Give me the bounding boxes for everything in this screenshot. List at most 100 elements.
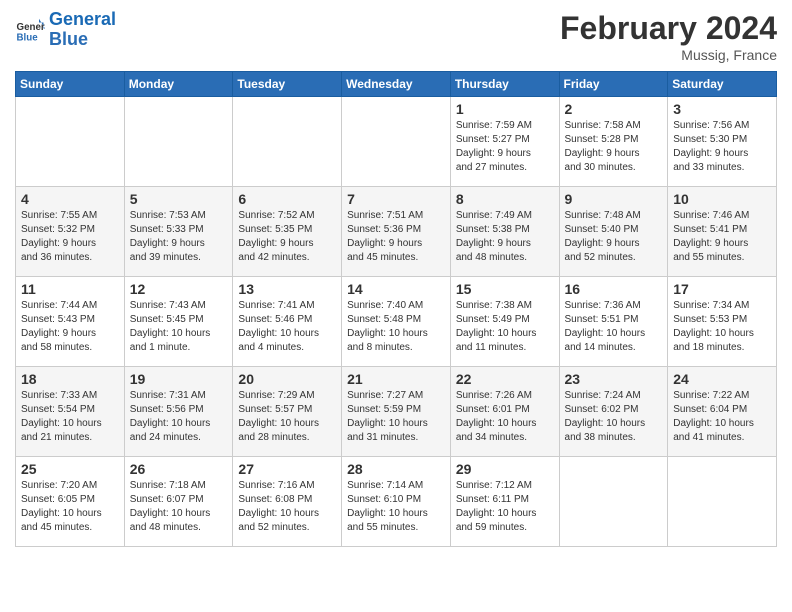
- day-info: Sunrise: 7:58 AM Sunset: 5:28 PM Dayligh…: [565, 119, 663, 175]
- weekday-header: Friday: [559, 72, 668, 97]
- calendar-cell: [559, 457, 668, 547]
- day-number: 7: [347, 191, 445, 207]
- day-number: 18: [21, 371, 119, 387]
- weekday-header: Tuesday: [233, 72, 342, 97]
- calendar-week-row: 1 Sunrise: 7:59 AM Sunset: 5:27 PM Daylig…: [16, 97, 777, 187]
- day-number: 23: [565, 371, 663, 387]
- calendar-cell: 26 Sunrise: 7:18 AM Sunset: 6:07 PM Dayli…: [124, 457, 233, 547]
- svg-text:General: General: [17, 22, 46, 33]
- calendar-cell: 2 Sunrise: 7:58 AM Sunset: 5:28 PM Daylig…: [559, 97, 668, 187]
- calendar-header: SundayMondayTuesdayWednesdayThursdayFrid…: [16, 72, 777, 97]
- day-number: 3: [673, 101, 771, 117]
- day-info: Sunrise: 7:51 AM Sunset: 5:36 PM Dayligh…: [347, 209, 445, 265]
- logo-icon: General Blue: [15, 15, 45, 45]
- page-header: General Blue GeneralBlue February 2024 M…: [15, 10, 777, 63]
- calendar-cell: 29 Sunrise: 7:12 AM Sunset: 6:11 PM Dayli…: [450, 457, 559, 547]
- svg-text:Blue: Blue: [17, 32, 39, 43]
- day-number: 1: [456, 101, 554, 117]
- day-info: Sunrise: 7:38 AM Sunset: 5:49 PM Dayligh…: [456, 299, 554, 355]
- calendar-week-row: 4 Sunrise: 7:55 AM Sunset: 5:32 PM Daylig…: [16, 187, 777, 277]
- day-info: Sunrise: 7:33 AM Sunset: 5:54 PM Dayligh…: [21, 389, 119, 445]
- day-info: Sunrise: 7:22 AM Sunset: 6:04 PM Dayligh…: [673, 389, 771, 445]
- weekday-header: Wednesday: [342, 72, 451, 97]
- calendar-cell: 4 Sunrise: 7:55 AM Sunset: 5:32 PM Daylig…: [16, 187, 125, 277]
- day-info: Sunrise: 7:40 AM Sunset: 5:48 PM Dayligh…: [347, 299, 445, 355]
- day-number: 13: [238, 281, 336, 297]
- calendar-cell: 13Sunrise: 7:41 AM Sunset: 5:46 PM Dayli…: [233, 277, 342, 367]
- calendar-week-row: 11Sunrise: 7:44 AM Sunset: 5:43 PM Dayli…: [16, 277, 777, 367]
- calendar-cell: [124, 97, 233, 187]
- day-info: Sunrise: 7:36 AM Sunset: 5:51 PM Dayligh…: [565, 299, 663, 355]
- calendar-cell: [668, 457, 777, 547]
- calendar-cell: 24 Sunrise: 7:22 AM Sunset: 6:04 PM Dayli…: [668, 367, 777, 457]
- day-number: 6: [238, 191, 336, 207]
- calendar-cell: [233, 97, 342, 187]
- day-info: Sunrise: 7:31 AM Sunset: 5:56 PM Dayligh…: [130, 389, 228, 445]
- day-info: Sunrise: 7:18 AM Sunset: 6:07 PM Dayligh…: [130, 479, 228, 535]
- calendar-cell: 10 Sunrise: 7:46 AM Sunset: 5:41 PM Dayli…: [668, 187, 777, 277]
- calendar-cell: 22Sunrise: 7:26 AM Sunset: 6:01 PM Dayli…: [450, 367, 559, 457]
- month-title: February 2024: [560, 10, 777, 47]
- logo: General Blue GeneralBlue: [15, 10, 116, 50]
- day-number: 25: [21, 461, 119, 477]
- calendar-cell: 1 Sunrise: 7:59 AM Sunset: 5:27 PM Daylig…: [450, 97, 559, 187]
- calendar-cell: 15 Sunrise: 7:38 AM Sunset: 5:49 PM Dayli…: [450, 277, 559, 367]
- calendar-cell: [342, 97, 451, 187]
- day-number: 14: [347, 281, 445, 297]
- calendar-cell: [16, 97, 125, 187]
- calendar-cell: 25Sunrise: 7:20 AM Sunset: 6:05 PM Dayli…: [16, 457, 125, 547]
- day-info: Sunrise: 7:14 AM Sunset: 6:10 PM Dayligh…: [347, 479, 445, 535]
- day-info: Sunrise: 7:59 AM Sunset: 5:27 PM Dayligh…: [456, 119, 554, 175]
- weekday-header: Thursday: [450, 72, 559, 97]
- calendar-cell: 21 Sunrise: 7:27 AM Sunset: 5:59 PM Dayli…: [342, 367, 451, 457]
- day-number: 27: [238, 461, 336, 477]
- day-info: Sunrise: 7:49 AM Sunset: 5:38 PM Dayligh…: [456, 209, 554, 265]
- day-info: Sunrise: 7:27 AM Sunset: 5:59 PM Dayligh…: [347, 389, 445, 445]
- day-number: 4: [21, 191, 119, 207]
- day-info: Sunrise: 7:52 AM Sunset: 5:35 PM Dayligh…: [238, 209, 336, 265]
- calendar-cell: 20Sunrise: 7:29 AM Sunset: 5:57 PM Dayli…: [233, 367, 342, 457]
- calendar-cell: 18 Sunrise: 7:33 AM Sunset: 5:54 PM Dayli…: [16, 367, 125, 457]
- calendar-cell: 28 Sunrise: 7:14 AM Sunset: 6:10 PM Dayli…: [342, 457, 451, 547]
- day-number: 21: [347, 371, 445, 387]
- calendar-table: SundayMondayTuesdayWednesdayThursdayFrid…: [15, 71, 777, 547]
- day-info: Sunrise: 7:55 AM Sunset: 5:32 PM Dayligh…: [21, 209, 119, 265]
- day-number: 2: [565, 101, 663, 117]
- day-number: 29: [456, 461, 554, 477]
- day-info: Sunrise: 7:34 AM Sunset: 5:53 PM Dayligh…: [673, 299, 771, 355]
- day-info: Sunrise: 7:43 AM Sunset: 5:45 PM Dayligh…: [130, 299, 228, 355]
- day-info: Sunrise: 7:48 AM Sunset: 5:40 PM Dayligh…: [565, 209, 663, 265]
- day-number: 10: [673, 191, 771, 207]
- calendar-cell: 6 Sunrise: 7:52 AM Sunset: 5:35 PM Daylig…: [233, 187, 342, 277]
- calendar-cell: 8Sunrise: 7:49 AM Sunset: 5:38 PM Daylig…: [450, 187, 559, 277]
- day-number: 24: [673, 371, 771, 387]
- day-number: 26: [130, 461, 228, 477]
- day-info: Sunrise: 7:12 AM Sunset: 6:11 PM Dayligh…: [456, 479, 554, 535]
- day-number: 11: [21, 281, 119, 297]
- calendar-cell: 7 Sunrise: 7:51 AM Sunset: 5:36 PM Daylig…: [342, 187, 451, 277]
- day-number: 19: [130, 371, 228, 387]
- day-number: 9: [565, 191, 663, 207]
- calendar-cell: 11Sunrise: 7:44 AM Sunset: 5:43 PM Dayli…: [16, 277, 125, 367]
- day-info: Sunrise: 7:46 AM Sunset: 5:41 PM Dayligh…: [673, 209, 771, 265]
- day-info: Sunrise: 7:24 AM Sunset: 6:02 PM Dayligh…: [565, 389, 663, 445]
- weekday-header: Monday: [124, 72, 233, 97]
- calendar-cell: 3Sunrise: 7:56 AM Sunset: 5:30 PM Daylig…: [668, 97, 777, 187]
- calendar-cell: 27Sunrise: 7:16 AM Sunset: 6:08 PM Dayli…: [233, 457, 342, 547]
- day-number: 22: [456, 371, 554, 387]
- day-number: 15: [456, 281, 554, 297]
- day-number: 17: [673, 281, 771, 297]
- day-info: Sunrise: 7:29 AM Sunset: 5:57 PM Dayligh…: [238, 389, 336, 445]
- calendar-cell: 19 Sunrise: 7:31 AM Sunset: 5:56 PM Dayli…: [124, 367, 233, 457]
- calendar-week-row: 18 Sunrise: 7:33 AM Sunset: 5:54 PM Dayli…: [16, 367, 777, 457]
- calendar-body: 1 Sunrise: 7:59 AM Sunset: 5:27 PM Daylig…: [16, 97, 777, 547]
- calendar-cell: 9 Sunrise: 7:48 AM Sunset: 5:40 PM Daylig…: [559, 187, 668, 277]
- calendar-cell: 23 Sunrise: 7:24 AM Sunset: 6:02 PM Dayli…: [559, 367, 668, 457]
- location: Mussig, France: [560, 47, 777, 63]
- day-number: 12: [130, 281, 228, 297]
- calendar-week-row: 25Sunrise: 7:20 AM Sunset: 6:05 PM Dayli…: [16, 457, 777, 547]
- calendar-cell: 5Sunrise: 7:53 AM Sunset: 5:33 PM Daylig…: [124, 187, 233, 277]
- day-number: 28: [347, 461, 445, 477]
- calendar-cell: 16Sunrise: 7:36 AM Sunset: 5:51 PM Dayli…: [559, 277, 668, 367]
- weekday-header-row: SundayMondayTuesdayWednesdayThursdayFrid…: [16, 72, 777, 97]
